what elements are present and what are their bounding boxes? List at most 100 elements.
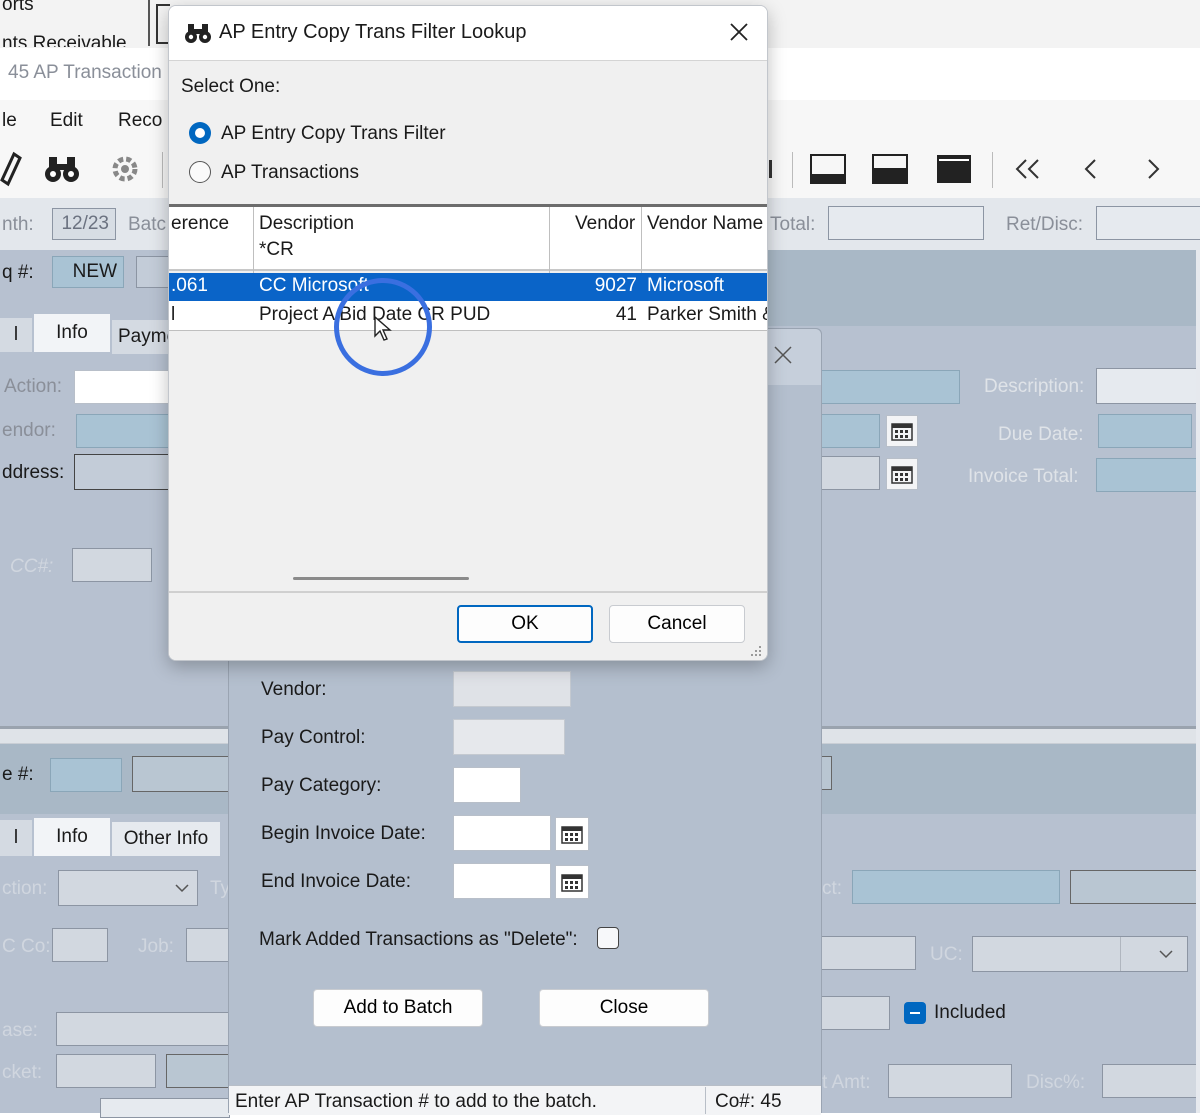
line-desc-field[interactable] xyxy=(132,756,232,792)
lower-ct-field[interactable] xyxy=(852,870,1060,904)
table-row[interactable]: .061 CC Microsoft 9027 Microsoft xyxy=(169,273,767,301)
line-label: e #: xyxy=(2,764,34,785)
add-to-batch-button[interactable]: Add to Batch xyxy=(313,989,483,1027)
batch-vendor-field[interactable] xyxy=(453,671,571,707)
lookup-title: AP Entry Copy Trans Filter Lookup xyxy=(219,21,527,43)
due-date-field[interactable] xyxy=(1098,414,1192,448)
next-record-icon[interactable] xyxy=(1144,158,1162,180)
invoice-date-field[interactable] xyxy=(820,456,880,490)
row-2-vendor-name: Parker Smith & xyxy=(647,304,767,325)
row-1-reference: .061 xyxy=(171,275,208,296)
lookup-close-icon[interactable] xyxy=(729,22,749,42)
tab-upper-payment[interactable]: Payme xyxy=(112,320,177,354)
cc-field[interactable] xyxy=(72,548,152,582)
ret-disc-field[interactable] xyxy=(1096,206,1200,240)
lower-um-field[interactable] xyxy=(820,936,916,970)
line-field[interactable] xyxy=(50,758,122,792)
lower-ct-field-2[interactable] xyxy=(1070,870,1200,904)
mark-delete-checkbox[interactable] xyxy=(597,927,619,949)
invoice-total-field[interactable] xyxy=(1096,458,1200,492)
radio-copy-trans-filter[interactable] xyxy=(189,122,211,144)
mark-delete-label: Mark Added Transactions as "Delete": xyxy=(259,929,578,950)
binoculars-icon xyxy=(185,24,211,43)
menu-edit[interactable]: Edit xyxy=(50,110,83,132)
tab-lower-info[interactable]: Info xyxy=(34,818,110,856)
edit-icon[interactable] xyxy=(0,150,22,188)
toolbar-separator-3 xyxy=(992,152,993,188)
description-field[interactable] xyxy=(1096,368,1200,404)
batch-begin-invoice-field[interactable] xyxy=(453,815,551,851)
menu-file[interactable]: le xyxy=(2,110,17,132)
layout-bottom-icon[interactable] xyxy=(810,154,846,184)
batch-end-invoice-field[interactable] xyxy=(453,863,551,899)
calendar-icon-begin[interactable] xyxy=(555,817,589,851)
col-header-vendor-name[interactable]: Vendor Name xyxy=(647,213,763,235)
batch-pay-control-field[interactable] xyxy=(453,719,565,755)
tab-upper-0[interactable]: l xyxy=(0,318,32,352)
lower-phase-field[interactable] xyxy=(56,1012,232,1046)
calendar-icon-upper-1[interactable] xyxy=(886,415,918,447)
lookup-footer-divider xyxy=(169,592,767,593)
lower-amt-field[interactable] xyxy=(888,1064,1012,1098)
first-record-icon[interactable] xyxy=(1014,158,1042,180)
status-separator xyxy=(705,1087,706,1114)
tab-upper-info[interactable]: Info xyxy=(34,314,110,352)
batch-pay-category-label: Pay Category: xyxy=(261,775,382,796)
address-label: ddress: xyxy=(2,462,65,483)
total-field[interactable] xyxy=(828,206,984,240)
resize-grip-icon[interactable] xyxy=(749,644,763,658)
calendar-icon-end[interactable] xyxy=(555,865,589,899)
vendor-label-bg: endor: xyxy=(2,420,56,441)
lower-bottom-field[interactable] xyxy=(100,1098,230,1118)
vendor-field-bg[interactable] xyxy=(76,414,176,448)
top-menu-reports[interactable]: orts xyxy=(2,0,34,16)
menu-records[interactable]: Reco xyxy=(118,110,162,132)
settings-icon[interactable] xyxy=(106,150,144,188)
col-header-vendor[interactable]: Vendor xyxy=(575,213,635,235)
address-field[interactable] xyxy=(74,454,174,490)
layout-split-icon[interactable] xyxy=(872,154,908,184)
select-one-label: Select One: xyxy=(181,76,281,97)
batch-status-text: Enter AP Transaction # to add to the bat… xyxy=(235,1091,597,1112)
layout-top-icon[interactable] xyxy=(936,154,972,184)
description-filter[interactable]: *CR xyxy=(259,239,294,261)
scrollbar-thumb[interactable] xyxy=(293,577,469,580)
batch-pay-category-field[interactable] xyxy=(453,767,521,803)
lower-action-select[interactable] xyxy=(58,870,198,906)
lower-disc-field[interactable] xyxy=(1102,1064,1198,1098)
top-bar-separator xyxy=(148,0,150,46)
lookup-grid: erence Description *CR Vendor Vendor Nam… xyxy=(169,204,767,592)
lower-uc-select[interactable] xyxy=(972,936,1188,972)
radio-ap-transactions-label[interactable]: AP Transactions xyxy=(221,162,359,184)
seq-field[interactable]: NEW xyxy=(52,256,124,288)
right-top-field[interactable] xyxy=(820,370,960,404)
lower-disc-label: Disc%: xyxy=(1026,1072,1086,1093)
ok-button[interactable]: OK xyxy=(457,605,593,643)
radio-ap-transactions[interactable] xyxy=(189,161,211,183)
tab-lower-0[interactable]: l xyxy=(0,820,32,856)
lower-amt-left-field[interactable] xyxy=(820,996,890,1030)
lower-co-field[interactable] xyxy=(52,928,108,962)
binoculars-icon[interactable] xyxy=(44,154,80,184)
action-field[interactable] xyxy=(74,370,174,404)
batch-dialog-close-icon[interactable] xyxy=(773,345,793,365)
row-1-vendor-name: Microsoft xyxy=(647,275,725,296)
lower-ticket-field-2[interactable] xyxy=(166,1054,230,1088)
previous-record-icon[interactable] xyxy=(1082,158,1100,180)
lower-co-label: C Co: xyxy=(2,936,51,957)
calendar-icon-upper-2[interactable] xyxy=(886,458,918,490)
included-checkbox[interactable] xyxy=(904,1002,926,1024)
month-field[interactable]: 12/23 xyxy=(52,208,116,240)
cancel-button[interactable]: Cancel xyxy=(609,605,745,643)
due-date-left-field[interactable] xyxy=(820,414,880,448)
lower-job-field[interactable] xyxy=(186,928,230,962)
radio-copy-trans-filter-label[interactable]: AP Entry Copy Trans Filter xyxy=(221,123,446,145)
tab-lower-other-info[interactable]: Other Info xyxy=(112,822,220,856)
col-header-description[interactable]: Description xyxy=(259,213,354,235)
lower-job-label: Job: xyxy=(138,936,174,957)
lower-ticket-field[interactable] xyxy=(56,1054,156,1088)
grid-horizontal-scrollbar[interactable] xyxy=(169,567,767,591)
table-row[interactable]: l Project A Bid Date CR PUD 41 Parker Sm… xyxy=(169,301,767,331)
col-header-reference[interactable]: erence xyxy=(171,213,229,235)
batch-close-button[interactable]: Close xyxy=(539,989,709,1027)
